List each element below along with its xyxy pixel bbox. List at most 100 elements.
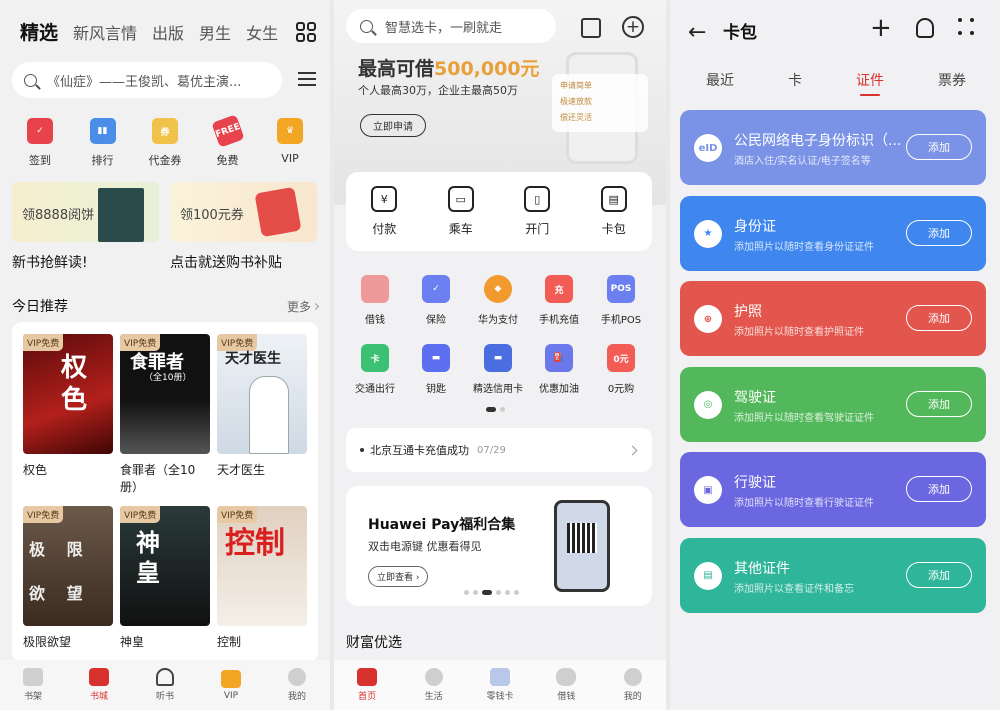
pay-shortcuts: ¥ 付款 ▭ 乘车 ▯ 开门 ▤ 卡包 <box>346 172 652 251</box>
add-button[interactable]: 添加 <box>906 219 972 246</box>
free-entry[interactable]: FREE 免费 <box>200 114 256 168</box>
free-label: 免费 <box>216 154 239 167</box>
book-item[interactable]: VIP免费 极 限 欲 望 极限欲望 <box>23 506 113 651</box>
cardpack-button[interactable]: ▤ 卡包 <box>600 186 627 237</box>
service-pos[interactable]: POS 手机POS <box>591 275 651 326</box>
headset-icon[interactable] <box>916 18 934 38</box>
book-cover: VIP免费 神皇 <box>120 506 210 626</box>
promo-card[interactable]: Huawei Pay福利合集 双击电源键 优惠看得见 立即查看 › <box>346 486 652 606</box>
scan-qr-icon[interactable] <box>581 18 601 38</box>
nav-life[interactable]: 生活 <box>409 668 459 702</box>
tab-publishing[interactable]: 出版 <box>152 20 184 44</box>
card-title: 护照 <box>734 304 762 320</box>
other-documents-card[interactable]: ▤ 其他证件 添加照片以查看证件和备忘 添加 <box>680 537 986 613</box>
service-fuel[interactable]: ⛽ 优惠加油 <box>529 344 589 395</box>
ranking-entry[interactable]: ▮▮ 排行 <box>75 118 131 168</box>
voucher-entry[interactable]: 券代金券 <box>137 118 193 168</box>
add-button[interactable]: 添加 <box>906 305 972 331</box>
add-button[interactable]: 添加 <box>906 134 972 160</box>
add-button[interactable]: 添加 <box>906 390 972 417</box>
book-item[interactable]: VIP免费 神皇 神皇 <box>120 506 210 651</box>
fuel-icon: ⛽ <box>545 344 573 372</box>
more-link[interactable]: 更多 <box>287 298 320 315</box>
book-item[interactable]: VIP免费 控制 控制 <box>217 506 307 651</box>
more-options-icon[interactable] <box>958 18 974 36</box>
add-icon[interactable]: + <box>870 15 892 41</box>
tab-cards[interactable]: 卡 <box>788 70 802 90</box>
book-item[interactable]: VIP免费 权色 权色 <box>23 334 113 479</box>
transit-button[interactable]: ▭ 乘车 <box>447 186 474 237</box>
nav-me[interactable]: 我的 <box>272 668 322 702</box>
checkin-label: 签到 <box>29 154 51 167</box>
tab-male[interactable]: 男生 <box>199 20 231 44</box>
service-transit[interactable]: 卡交通出行 <box>345 344 405 395</box>
list-menu-icon[interactable] <box>298 72 316 86</box>
carousel-indicator <box>464 590 519 595</box>
tab-female[interactable]: 女生 <box>246 20 278 44</box>
phone-pay-illustration <box>554 500 610 592</box>
doctor-illustration <box>249 376 289 454</box>
loan-headline: 最高可借500,000元 <box>358 54 540 81</box>
search-bar[interactable]: 智慧选卡，一刷就走 <box>346 9 556 43</box>
add-icon[interactable]: + <box>622 16 644 38</box>
bottom-nav: 书架 书城 听书 VIP 我的 <box>0 660 330 710</box>
eid-card[interactable]: eID 公民网络电子身份标识（... 酒店入住/实名认证/电子签名等 添加 <box>680 110 986 185</box>
tab-recent[interactable]: 最近 <box>706 70 734 90</box>
service-zero-buy[interactable]: 0元 0元购 <box>591 344 651 395</box>
free-tag-icon: FREE <box>210 114 245 148</box>
tab-documents[interactable]: 证件 <box>856 70 884 96</box>
service-huaweipay[interactable]: ◆ 华为支付 <box>468 275 528 326</box>
nav-home[interactable]: 首页 <box>342 668 392 702</box>
search-bar[interactable]: 《仙症》——王俊凯、葛优主演... <box>12 62 282 98</box>
wallet-app-panel: 智慧选卡，一刷就走 + 最高可借500,000元 个人最高30万，企业主最高50… <box>334 0 666 710</box>
eid-icon: eID <box>694 134 722 162</box>
pay-button[interactable]: ¥ 付款 <box>371 186 398 237</box>
book-item[interactable]: VIP免费 食罪者 （全10册） 食罪者（全10册） <box>120 334 210 496</box>
card-title: 驾驶证 <box>734 389 776 406</box>
vehicle-license-card[interactable]: ▣ 行驶证 添加照片以随时查看行驶证证件 添加 <box>680 452 986 527</box>
add-button[interactable]: 添加 <box>906 561 972 588</box>
add-button[interactable]: 添加 <box>906 476 972 502</box>
crown-icon: ♛ <box>277 118 303 144</box>
checkin-entry[interactable]: ✓ 签到 <box>12 118 68 168</box>
driver-license-card[interactable]: ◎ 驾驶证 添加照片以随时查看驾驶证证件 添加 <box>680 366 986 442</box>
notice-bar[interactable]: 北京互通卡充值成功 07/29 <box>346 428 652 472</box>
back-arrow-icon[interactable]: ← <box>688 20 706 45</box>
nav-me[interactable]: 我的 <box>608 668 658 702</box>
banner-text: 领100元券 <box>180 208 244 223</box>
service-creditcard[interactable]: ▬ 精选信用卡 <box>468 344 528 395</box>
reader-app-panel: 精选 新风言情 出版 男生 女生 《仙症》——王俊凯、葛优主演... ✓ 签到 ▮… <box>0 0 330 710</box>
service-topup[interactable]: 充手机充值 <box>529 275 589 326</box>
id-card[interactable]: ★ 身份证 添加照片以随时查看身份证证件 添加 <box>680 195 986 271</box>
new-book-banner[interactable]: 领8888阅饼 <box>12 182 159 242</box>
phone-topup-icon: 充 <box>545 275 573 303</box>
nav-vip[interactable]: VIP <box>206 669 256 701</box>
pay-label: 付款 <box>372 222 397 236</box>
nav-label: 书城 <box>89 692 108 702</box>
door-button[interactable]: ▯ 开门 <box>524 186 551 237</box>
coupon-banner[interactable]: 领100元券 <box>170 182 317 242</box>
chevron-right-icon <box>627 445 638 455</box>
home-icon <box>357 668 378 686</box>
book-item[interactable]: VIP免费 天才医生 天才医生 <box>217 334 307 479</box>
card-title: 行驶证 <box>734 475 776 491</box>
service-key[interactable]: ▬ 钥匙 <box>406 344 466 395</box>
apply-button[interactable]: 立即申请 <box>360 114 426 137</box>
book-icon <box>89 668 109 686</box>
notice-text: 北京互通卡充值成功 <box>370 444 469 457</box>
service-insurance[interactable]: ✓ 保险 <box>406 275 466 326</box>
bullet-icon <box>360 448 364 452</box>
service-loan[interactable]: 借钱 <box>345 275 405 326</box>
tab-romance[interactable]: 新风言情 <box>73 20 137 44</box>
tab-tickets[interactable]: 票券 <box>938 70 966 90</box>
nav-audiobook[interactable]: 听书 <box>140 668 190 702</box>
nav-loan[interactable]: 借钱 <box>541 668 591 702</box>
passport-card[interactable]: ⊕ 护照 添加照片以随时查看护照证件 添加 <box>680 281 986 356</box>
category-grid-icon[interactable] <box>296 22 316 42</box>
vip-entry[interactable]: ♛ VIP <box>262 118 318 168</box>
nav-bookstore[interactable]: 书城 <box>74 668 124 702</box>
tab-featured[interactable]: 精选 <box>20 18 58 45</box>
nav-bookshelf[interactable]: 书架 <box>8 668 58 702</box>
nav-change-card[interactable]: 零钱卡 <box>475 668 525 702</box>
view-now-button[interactable]: 立即查看 › <box>368 566 429 587</box>
